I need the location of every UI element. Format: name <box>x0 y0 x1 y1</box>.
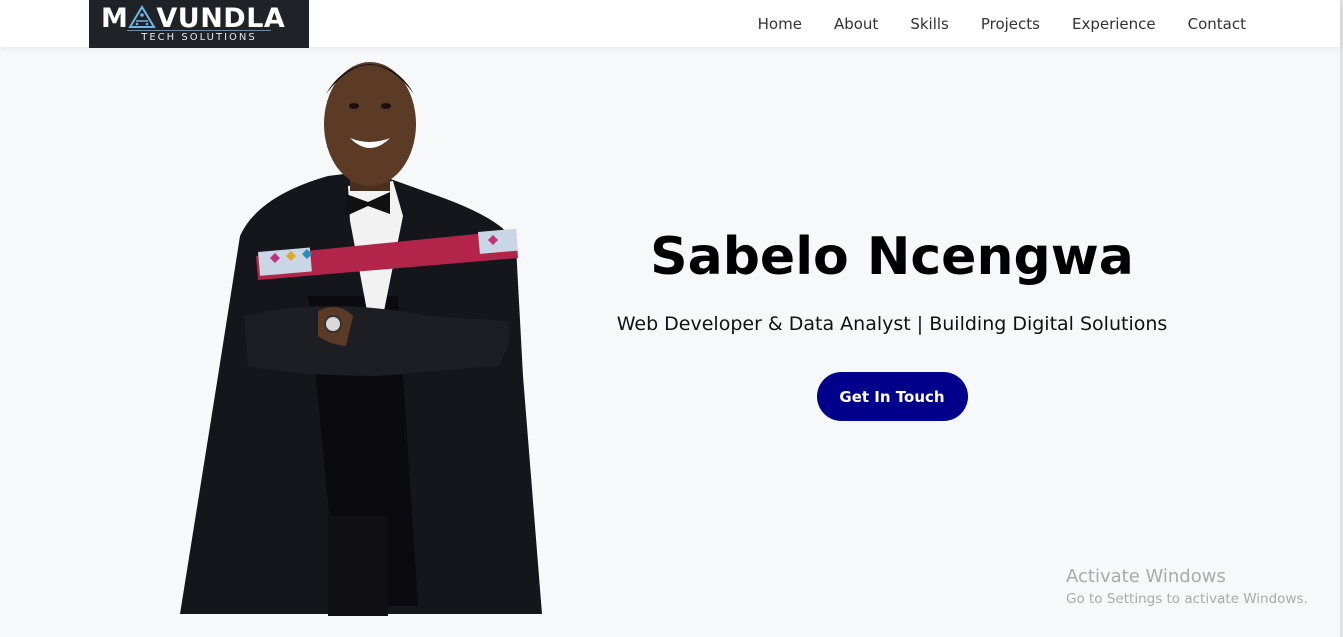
watermark-subtitle: Go to Settings to activate Windows. <box>1066 591 1308 607</box>
nav-link-experience[interactable]: Experience <box>1072 15 1156 33</box>
nav-link-skills[interactable]: Skills <box>910 15 949 33</box>
logo-subtitle: TECH SOLUTIONS <box>141 32 257 43</box>
nav-link-home[interactable]: Home <box>758 15 802 33</box>
windows-activation-watermark: Activate Windows Go to Settings to activ… <box>1066 566 1308 607</box>
nav-link-about[interactable]: About <box>834 15 878 33</box>
hero-name: Sabelo Ncengwa <box>650 227 1134 287</box>
hero-section: Sabelo Ncengwa Web Developer & Data Anal… <box>560 215 1224 421</box>
logo-divider <box>127 30 271 31</box>
watermark-title: Activate Windows <box>1066 566 1226 587</box>
nav-link-projects[interactable]: Projects <box>981 15 1040 33</box>
navbar: M VUNDLA TECH SOLUTIONS Home About Skill… <box>0 0 1340 48</box>
hero-tagline: Web Developer & Data Analyst | Building … <box>616 313 1168 335</box>
nav-link-contact[interactable]: Contact <box>1188 15 1246 33</box>
circuit-logo-icon <box>128 5 157 28</box>
profile-photo <box>180 62 542 616</box>
logo[interactable]: M VUNDLA TECH SOLUTIONS <box>89 0 309 48</box>
get-in-touch-button[interactable]: Get In Touch <box>816 372 968 421</box>
main-nav: Home About Skills Projects Experience Co… <box>758 0 1246 47</box>
